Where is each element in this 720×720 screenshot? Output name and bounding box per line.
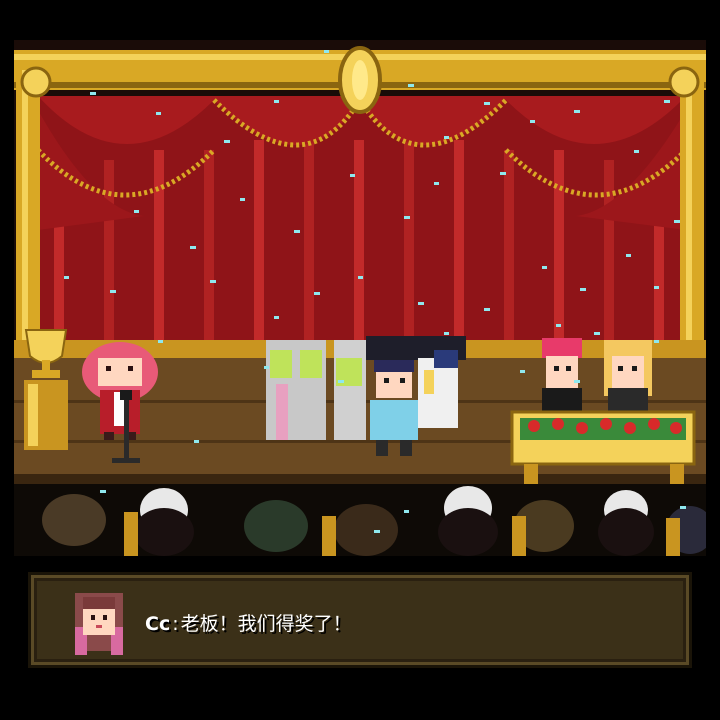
speaker-portrait bbox=[75, 593, 123, 655]
trophy-icon bbox=[24, 329, 68, 450]
dialog-text: 老板！我们得奖了！ bbox=[180, 613, 352, 635]
speaker-separator: : bbox=[172, 613, 179, 635]
dialog-line: Cc: 老板！我们得奖了！ bbox=[145, 609, 352, 636]
dialog-box[interactable]: Cc: 老板！我们得奖了！ bbox=[28, 572, 692, 668]
red-curtain bbox=[36, 96, 688, 358]
speaker-name: Cc bbox=[145, 613, 171, 635]
theater-stage-scene bbox=[14, 40, 706, 556]
